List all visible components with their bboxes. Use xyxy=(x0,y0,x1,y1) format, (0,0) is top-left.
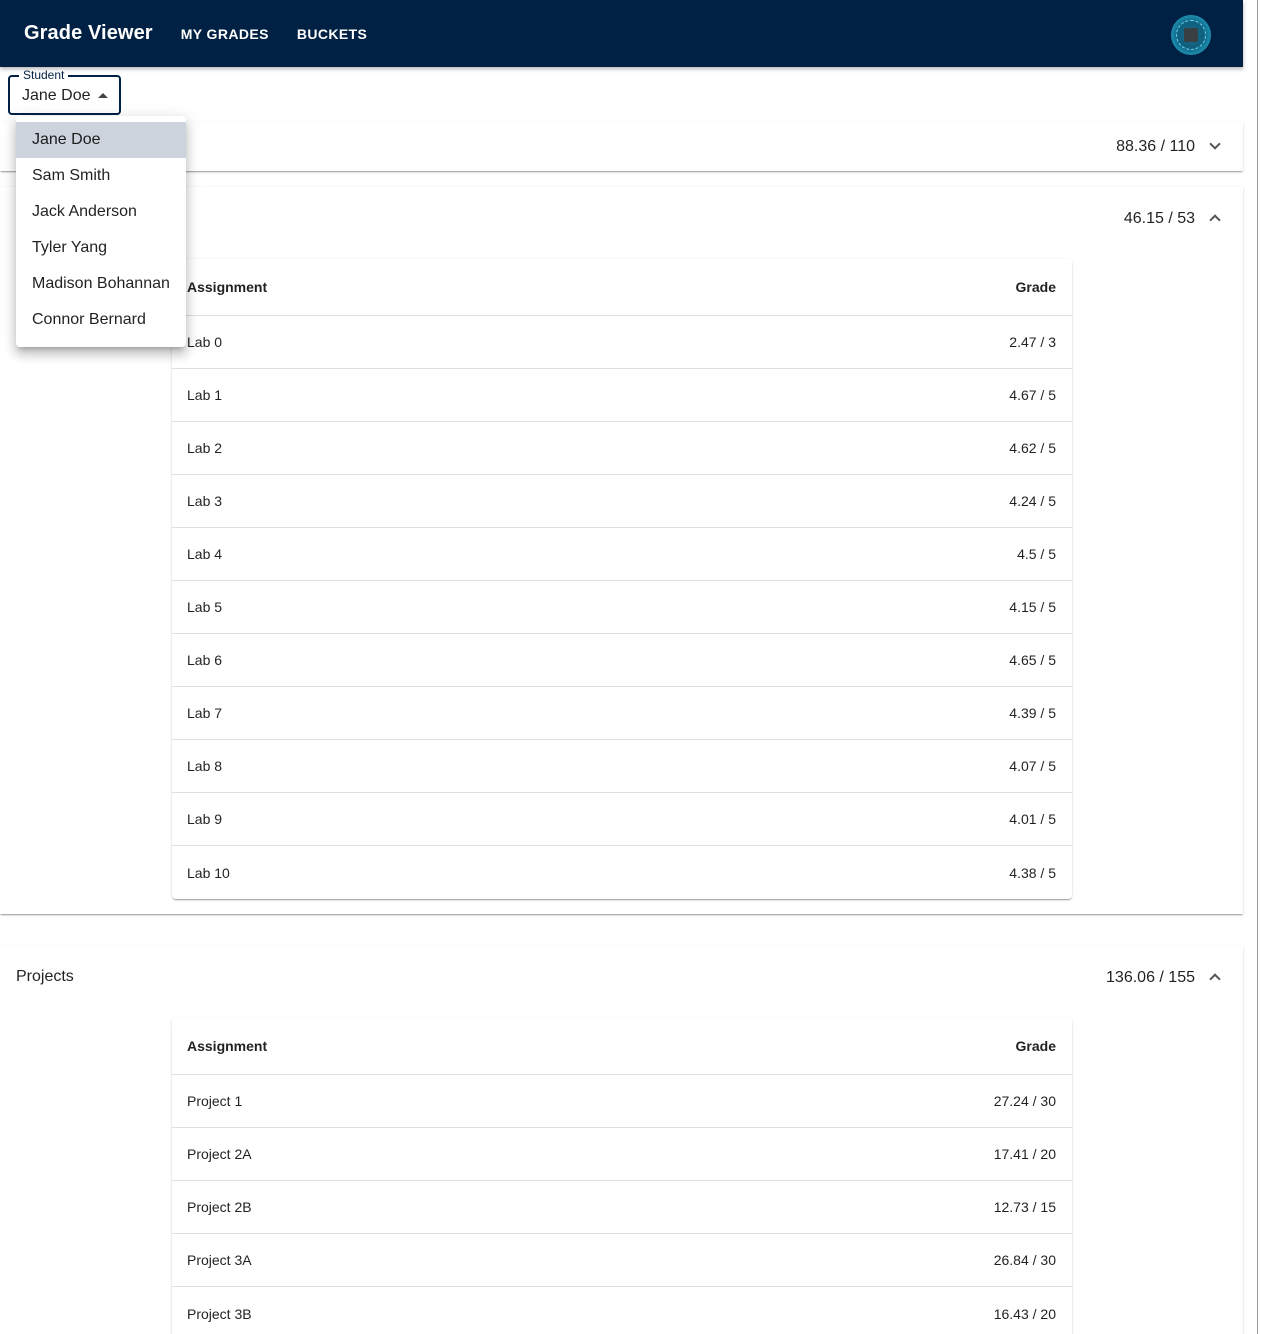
table-row: Lab 0 2.47 / 3 xyxy=(172,316,1072,369)
table-row: Lab 4 4.5 / 5 xyxy=(172,528,1072,581)
table-row: Lab 7 4.39 / 5 xyxy=(172,687,1072,740)
assignment-name: Lab 1 xyxy=(187,387,223,403)
nav-my-grades[interactable]: MY GRADES xyxy=(181,26,269,42)
assignment-name: Lab 4 xyxy=(187,546,223,562)
table-header-row: Assignment Grade xyxy=(172,259,1072,316)
grade-section-1: 88.36 / 110 xyxy=(0,122,1243,171)
projects-section-score: 136.06 / 155 xyxy=(1106,969,1195,986)
student-select[interactable]: Student Jane Doe xyxy=(8,68,121,115)
menu-item-jack-anderson[interactable]: Jack Anderson xyxy=(16,194,186,230)
assignment-grade: 26.84 / 30 xyxy=(993,1252,1056,1268)
table-row: Lab 5 4.15 / 5 xyxy=(172,581,1072,634)
menu-item-tyler-yang[interactable]: Tyler Yang xyxy=(16,230,186,266)
table-row: Project 3B 16.43 / 20 xyxy=(172,1287,1072,1334)
assignment-grade: 2.47 / 3 xyxy=(1009,334,1056,350)
assignment-name: Lab 5 xyxy=(187,599,223,615)
chevron-up-icon[interactable] xyxy=(1209,973,1221,985)
assignment-grade: 4.65 / 5 xyxy=(1009,652,1056,668)
table-row: Lab 9 4.01 / 5 xyxy=(172,793,1072,846)
table-header-row: Assignment Grade xyxy=(172,1018,1072,1075)
app-title: Grade Viewer xyxy=(24,22,153,44)
section-2-header[interactable]: 46.15 / 53 xyxy=(0,187,1243,251)
assignment-name: Project 3B xyxy=(187,1305,252,1322)
grade-section-2: 46.15 / 53 Assignment Grade Lab 0 2.47 / … xyxy=(0,187,1243,914)
table-row: Project 1 27.24 / 30 xyxy=(172,1075,1072,1128)
assignment-grade: 27.24 / 30 xyxy=(993,1093,1056,1109)
assignment-name: Lab 8 xyxy=(187,758,223,774)
column-header-assignment: Assignment xyxy=(187,1038,268,1054)
column-header-grade: Grade xyxy=(1015,1038,1056,1054)
assignment-name: Lab 2 xyxy=(187,440,223,456)
table-row: Lab 1 4.67 / 5 xyxy=(172,369,1072,422)
assignment-name: Lab 6 xyxy=(187,652,223,668)
assignment-name: Project 2A xyxy=(187,1146,252,1162)
table-row: Lab 3 4.24 / 5 xyxy=(172,475,1072,528)
assignment-grade: 4.01 / 5 xyxy=(1009,811,1056,827)
projects-table: Assignment Grade Project 1 27.24 / 30 Pro… xyxy=(172,1018,1072,1334)
app-bar: Grade Viewer MY GRADES BUCKETS xyxy=(0,0,1243,67)
assignment-name: Project 2B xyxy=(187,1199,252,1215)
assignment-name: Lab 7 xyxy=(187,705,223,721)
assignment-grade: 4.39 / 5 xyxy=(1009,705,1056,721)
assignment-name: Lab 3 xyxy=(187,493,223,509)
menu-item-connor-bernard[interactable]: Connor Bernard xyxy=(16,302,186,338)
assignment-name: Project 3A xyxy=(187,1252,252,1268)
window-edge xyxy=(1243,0,1261,1334)
table-row: Lab 2 4.62 / 5 xyxy=(172,422,1072,475)
assignment-grade: 4.62 / 5 xyxy=(1009,440,1056,456)
assignment-grade: 17.41 / 20 xyxy=(993,1146,1056,1162)
table-row: Project 2A 17.41 / 20 xyxy=(172,1128,1072,1181)
avatar-chip-icon xyxy=(1184,28,1198,42)
assignment-name: Project 1 xyxy=(187,1093,243,1109)
student-select-label: Student xyxy=(19,68,69,82)
caret-up-icon[interactable] xyxy=(98,93,108,98)
assignment-grade: 16.43 / 20 xyxy=(993,1305,1056,1322)
student-menu: Jane Doe Sam Smith Jack Anderson Tyler Y… xyxy=(16,116,186,347)
section-1-score: 88.36 / 110 xyxy=(1116,138,1195,155)
chevron-up-icon[interactable] xyxy=(1209,214,1221,226)
table-row: Lab 10 4.38 / 5 xyxy=(172,846,1072,899)
table-row: Project 3A 26.84 / 30 xyxy=(172,1234,1072,1287)
student-select-value: Jane Doe xyxy=(22,87,91,104)
chevron-down-icon[interactable] xyxy=(1209,138,1221,150)
avatar[interactable] xyxy=(1171,15,1211,55)
labs-table: Assignment Grade Lab 0 2.47 / 3 Lab 1 4.67… xyxy=(172,259,1072,899)
menu-item-madison-bohannan[interactable]: Madison Bohannan xyxy=(16,266,186,302)
column-header-grade: Grade xyxy=(1015,279,1056,295)
menu-item-sam-smith[interactable]: Sam Smith xyxy=(16,158,186,194)
column-header-assignment: Assignment xyxy=(187,279,268,295)
projects-section-title: Projects xyxy=(16,968,74,985)
grade-section-projects: Projects 136.06 / 155 Assignment Grade P… xyxy=(0,946,1243,1334)
menu-item-jane-doe[interactable]: Jane Doe xyxy=(16,122,186,158)
assignment-grade: 4.67 / 5 xyxy=(1009,387,1056,403)
assignment-grade: 4.07 / 5 xyxy=(1009,758,1056,774)
assignment-name: Lab 9 xyxy=(187,811,223,827)
section-2-score: 46.15 / 53 xyxy=(1123,210,1195,227)
table-row: Lab 8 4.07 / 5 xyxy=(172,740,1072,793)
assignment-grade: 4.5 / 5 xyxy=(1017,546,1056,562)
assignment-name: Lab 0 xyxy=(187,334,223,350)
assignment-grade: 12.73 / 15 xyxy=(993,1199,1056,1215)
assignment-grade: 4.24 / 5 xyxy=(1009,493,1056,509)
nav-buckets[interactable]: BUCKETS xyxy=(297,26,367,42)
assignment-grade: 4.38 / 5 xyxy=(1009,864,1056,881)
table-row: Lab 6 4.65 / 5 xyxy=(172,634,1072,687)
section-1-header[interactable]: 88.36 / 110 xyxy=(0,122,1243,170)
assignment-name: Lab 10 xyxy=(187,864,230,881)
assignment-grade: 4.15 / 5 xyxy=(1009,599,1056,615)
table-row: Project 2B 12.73 / 15 xyxy=(172,1181,1072,1234)
projects-section-header[interactable]: Projects 136.06 / 155 xyxy=(0,946,1243,1010)
